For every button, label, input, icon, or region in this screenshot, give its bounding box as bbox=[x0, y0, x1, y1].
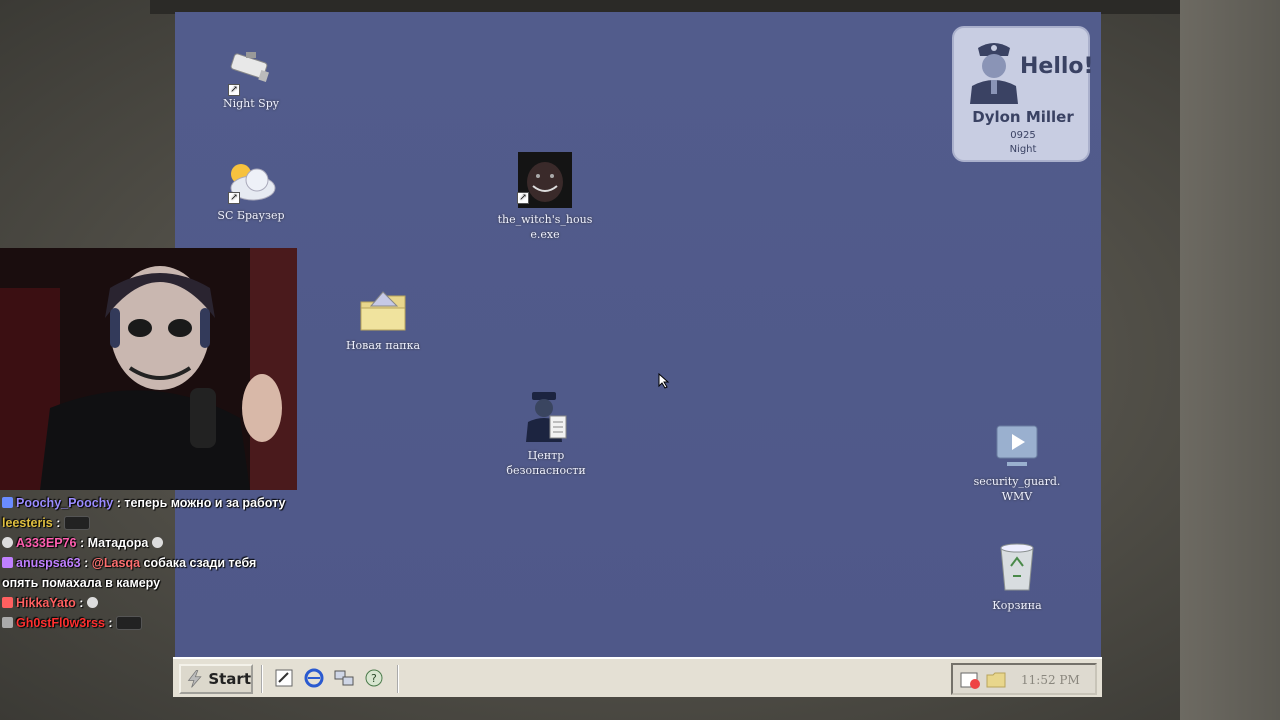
icon-label: Центр безопасности bbox=[506, 449, 586, 477]
icon-label: Новая папка bbox=[345, 339, 421, 352]
stream-frame: ↗ Night Spy ↗ SC Браузер ↗ the_witch's_h… bbox=[0, 0, 1280, 720]
desktop-icon-new-folder[interactable]: Новая папка bbox=[328, 288, 438, 353]
desktop-icon-security-guard-video[interactable]: security_guard.WMV bbox=[962, 422, 1072, 504]
user-badge-icon bbox=[2, 617, 13, 628]
desktop-icon-sc-browser[interactable]: ↗ SC Браузер bbox=[196, 160, 306, 223]
desktop-icon-witchs-house[interactable]: ↗ the_witch's_house.exe bbox=[491, 152, 599, 242]
notepad-icon[interactable] bbox=[273, 667, 295, 689]
start-button[interactable]: Start bbox=[179, 664, 253, 694]
help-icon[interactable]: ? bbox=[363, 667, 385, 689]
svg-text:?: ? bbox=[371, 672, 377, 685]
emote-icon bbox=[86, 597, 98, 608]
desktop-icon-recycle-bin[interactable]: Корзина bbox=[962, 540, 1072, 613]
user-badge-icon bbox=[2, 597, 13, 608]
chat-message: Poochy_Poochy : теперь можно и за работу bbox=[2, 493, 292, 513]
chat-username: Gh0stFl0w3rss bbox=[16, 616, 105, 630]
chat-message: Gh0stFl0w3rss : bbox=[2, 613, 292, 633]
webcam-overlay bbox=[0, 248, 297, 490]
scheduler-icon[interactable] bbox=[959, 670, 981, 690]
stream-chat: Poochy_Poochy : теперь можно и за работу… bbox=[2, 493, 292, 633]
user-name: Dylon Miller bbox=[972, 108, 1074, 126]
desktop-icon-security-center[interactable]: Центр безопасности bbox=[491, 388, 601, 478]
shortcut-arrow-icon: ↗ bbox=[517, 192, 529, 204]
shift-label: Night bbox=[1009, 144, 1037, 155]
chat-message: anuspsa63 : @Lasqa собака сзади тебя опя… bbox=[2, 556, 257, 590]
chat-text: Матадора bbox=[87, 536, 149, 550]
chat-text: теперь можно и за работу bbox=[124, 496, 286, 510]
chat-message: leesteris : bbox=[2, 513, 292, 533]
chat-username: A333EP76 bbox=[16, 536, 77, 550]
start-label: Start bbox=[208, 670, 251, 688]
greeting-text: Hello! bbox=[1020, 54, 1094, 79]
icon-label: the_witch's_house.exe bbox=[497, 213, 593, 241]
taskbar: Start ? 11:52 PM bbox=[173, 657, 1102, 697]
clock: 11:52 PM bbox=[1021, 673, 1080, 687]
welcome-card: Hello! Dylon Miller 0925 Night bbox=[952, 26, 1094, 162]
chat-username: leesteris bbox=[2, 516, 53, 530]
chat-message: A333EP76 : Матадора bbox=[2, 533, 292, 553]
recycle-bin-icon bbox=[1000, 543, 1034, 591]
chat-username: Poochy_Poochy bbox=[16, 496, 114, 510]
internet-explorer-icon[interactable] bbox=[303, 667, 325, 689]
video-file-icon bbox=[996, 425, 1038, 466]
user-code: 0925 bbox=[1010, 130, 1036, 141]
chat-username: HikkaYato bbox=[16, 596, 76, 610]
desktop-icon-night-spy[interactable]: ↗ Night Spy bbox=[196, 50, 306, 111]
taskbar-divider bbox=[261, 665, 263, 693]
chat-username: anuspsa63 bbox=[16, 556, 81, 570]
emote-icon bbox=[116, 616, 143, 630]
folder-tray-icon[interactable] bbox=[985, 670, 1007, 690]
shortcut-arrow-icon: ↗ bbox=[228, 192, 240, 204]
user-avatar-icon bbox=[970, 43, 1018, 104]
icon-label: security_guard.WMV bbox=[973, 475, 1061, 503]
security-guard-icon bbox=[526, 392, 567, 442]
user-badge-icon bbox=[2, 557, 13, 568]
icon-label: Night Spy bbox=[223, 97, 279, 110]
streamer-webcam-image bbox=[0, 248, 297, 490]
monitor-bezel-right bbox=[1180, 0, 1280, 720]
lightning-icon bbox=[187, 670, 202, 688]
skull-emote-icon bbox=[151, 537, 163, 548]
system-tray: 11:52 PM bbox=[951, 663, 1097, 695]
skull-badge-icon bbox=[2, 537, 13, 548]
chat-mention: @Lasqa bbox=[91, 556, 141, 570]
folder-icon bbox=[360, 291, 406, 331]
user-badge-icon bbox=[2, 497, 13, 508]
shortcut-arrow-icon: ↗ bbox=[228, 84, 240, 96]
chat-message: HikkaYato : bbox=[2, 593, 292, 613]
icon-label: SC Браузер bbox=[217, 209, 285, 222]
emote-icon bbox=[63, 516, 90, 530]
network-icon[interactable] bbox=[333, 667, 355, 689]
mouse-cursor-icon bbox=[658, 373, 670, 389]
taskbar-divider bbox=[397, 665, 399, 693]
icon-label: Корзина bbox=[992, 599, 1042, 612]
desktop[interactable]: ↗ Night Spy ↗ SC Браузер ↗ the_witch's_h… bbox=[175, 12, 1101, 658]
